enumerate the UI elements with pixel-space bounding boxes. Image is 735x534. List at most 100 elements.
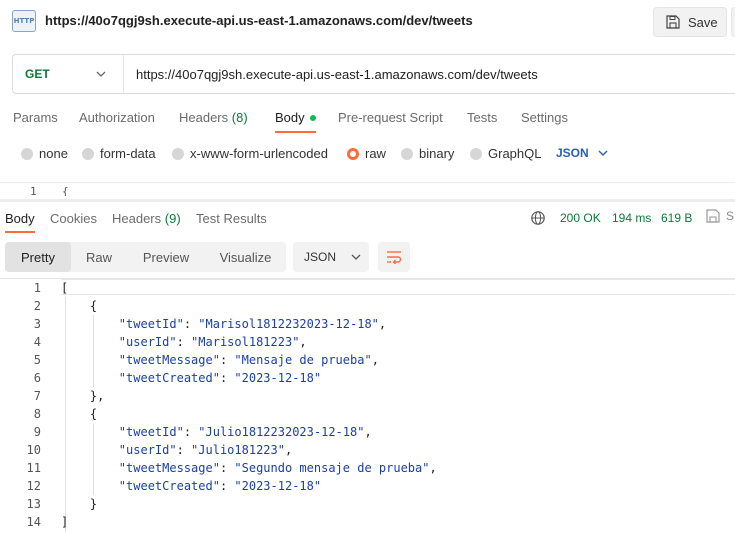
json-value: "2023-12-18" — [234, 479, 322, 493]
save-icon — [706, 209, 720, 223]
request-header: HTTP https://40o7qgj9sh.execute-api.us-e… — [0, 0, 735, 44]
code-text: "tweetCreated": "2023-12-18" — [61, 477, 321, 495]
save-icon — [666, 15, 680, 29]
line-number: 2 — [33, 299, 41, 313]
json-key: "tweetId" — [118, 425, 184, 439]
json-punct: , — [364, 425, 372, 439]
response-tab-headers-count: (9) — [164, 211, 181, 226]
response-tab-body[interactable]: Body — [5, 211, 35, 233]
url-input[interactable]: https://40o7qgj9sh.execute-api.us-east-1… — [124, 67, 735, 82]
code-text: { — [61, 299, 98, 313]
save-button[interactable]: Save — [653, 7, 727, 37]
response-tab-headers[interactable]: Headers (9) — [112, 211, 181, 226]
share-button-partial[interactable] — [731, 7, 735, 37]
json-punct: : — [183, 425, 199, 439]
line-number: 6 — [33, 371, 41, 385]
response-tab-test-results[interactable]: Test Results — [196, 211, 267, 226]
tab-settings[interactable]: Settings — [521, 110, 568, 125]
code-text: ] — [61, 515, 69, 529]
response-format-select[interactable]: JSON — [293, 242, 369, 272]
radio-circle — [470, 147, 482, 160]
json-key: "tweetCreated" — [118, 371, 220, 385]
network-globe-icon[interactable] — [530, 210, 546, 226]
json-punct: : — [219, 371, 235, 385]
response-tab-cookies[interactable]: Cookies — [50, 211, 97, 226]
radio-circle — [401, 147, 413, 160]
wrap-lines-button[interactable] — [378, 242, 410, 272]
http-request-icon: HTTP — [12, 10, 36, 32]
save-response-label: S — [726, 209, 735, 223]
code-line: 6 "tweetCreated": "2023-12-18" — [0, 369, 735, 387]
json-punct: : — [176, 335, 192, 349]
code-text: "userId": "Julio181223", — [61, 441, 292, 459]
tab-body[interactable]: Body — [275, 110, 316, 133]
code-line: 7 }, — [0, 387, 735, 405]
body-format-label: JSON — [556, 146, 589, 160]
code-text: [ — [61, 281, 69, 295]
radio-graphql[interactable]: GraphQL — [470, 146, 541, 161]
method-select[interactable]: GET — [13, 55, 124, 93]
view-pretty-button[interactable]: Pretty — [5, 242, 71, 272]
code-text: "userId": "Marisol181223", — [61, 333, 307, 351]
json-value: "2023-12-18" — [234, 371, 322, 385]
json-punct: , — [371, 353, 379, 367]
json-punct: : — [176, 443, 192, 457]
response-body-viewer[interactable]: 1[2 {3 "tweetId": "Marisol1812232023-12-… — [0, 279, 735, 534]
request-title[interactable]: https://40o7qgj9sh.execute-api.us-east-1… — [45, 13, 473, 28]
tab-params[interactable]: Params — [13, 110, 58, 125]
line-number: 4 — [33, 335, 41, 349]
json-punct: , — [299, 335, 307, 349]
body-type-options: none form-data x-www-form-urlencoded raw… — [0, 144, 735, 164]
radio-label: binary — [419, 146, 455, 161]
view-preview-button[interactable]: Preview — [127, 242, 205, 272]
code-text: }, — [61, 389, 105, 403]
radio-x-www-form-urlencoded[interactable]: x-www-form-urlencoded — [172, 146, 328, 161]
line-number: 9 — [33, 425, 41, 439]
radio-form-data[interactable]: form-data — [82, 146, 156, 161]
response-time[interactable]: 194 ms — [612, 211, 651, 225]
json-value: "Mensaje de prueba" — [234, 353, 372, 367]
radio-binary[interactable]: binary — [401, 146, 454, 161]
code-line: 14] — [0, 513, 735, 531]
line-number: 8 — [33, 407, 41, 421]
radio-label: none — [39, 146, 68, 161]
radio-circle — [21, 147, 33, 160]
response-view-switcher: Pretty Raw Preview Visualize — [5, 242, 286, 272]
code-text: "tweetId": "Julio1812232023-12-18", — [61, 423, 372, 441]
line-number: 14 — [26, 515, 41, 529]
code-line: 1[ — [0, 279, 735, 297]
json-value: "Segundo mensaje de prueba" — [234, 461, 430, 475]
radio-label: x-www-form-urlencoded — [190, 146, 328, 161]
json-value: "Julio1812232023-12-18" — [198, 425, 365, 439]
tab-pre-request-script[interactable]: Pre-request Script — [338, 110, 443, 125]
json-key: "tweetId" — [118, 317, 184, 331]
tab-headers[interactable]: Headers (8) — [179, 110, 248, 125]
radio-label: raw — [365, 146, 386, 161]
code-line: 13 } — [0, 495, 735, 513]
view-visualize-button[interactable]: Visualize — [205, 242, 286, 272]
request-body-editor[interactable]: 1 { — [0, 182, 735, 196]
view-raw-button[interactable]: Raw — [71, 242, 127, 272]
code-line: 10 "userId": "Julio181223", — [0, 441, 735, 459]
response-size[interactable]: 619 B — [661, 211, 692, 225]
tab-tests[interactable]: Tests — [467, 110, 497, 125]
radio-raw[interactable]: raw — [347, 146, 386, 161]
json-value: "Julio181223" — [191, 443, 285, 457]
tab-authorization[interactable]: Authorization — [79, 110, 155, 125]
save-response-button[interactable]: S — [706, 209, 734, 223]
json-key: "tweetMessage" — [118, 353, 220, 367]
body-format-select[interactable]: JSON — [556, 146, 609, 160]
line-number: 3 — [33, 317, 41, 331]
save-button-label: Save — [688, 14, 718, 30]
chevron-down-icon — [351, 254, 361, 260]
line-number: 5 — [33, 353, 41, 367]
method-label: GET — [25, 67, 50, 81]
radio-circle — [82, 147, 94, 160]
line-number: 1 — [33, 281, 41, 295]
response-status[interactable]: 200 OK — [560, 211, 601, 225]
radio-none[interactable]: none — [21, 146, 68, 161]
json-key: "userId" — [118, 335, 177, 349]
code-text: { — [62, 185, 69, 196]
pane-resize-handle[interactable] — [0, 199, 735, 202]
json-key: "userId" — [118, 443, 177, 457]
